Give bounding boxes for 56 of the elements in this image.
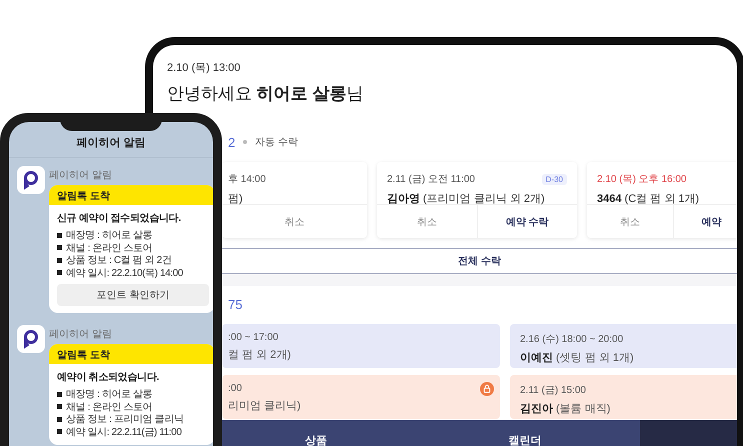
schedule-card[interactable]: 2.16 (수) 18:00 ~ 20:00 이예진 (셋팅 펌 외 1개) — [510, 324, 737, 368]
bullet-icon — [57, 232, 62, 238]
schedule-customer: 김진아 (볼륨 매직) — [520, 402, 612, 416]
request-customer: 김아영 (프리미엄 클리닉 외 2개) — [387, 192, 546, 206]
message-detail: 채널 : 온라인 스토어 — [66, 400, 152, 414]
accept-button[interactable]: 예약 — [672, 205, 737, 238]
bullet-icon — [57, 245, 62, 250]
accept-all-button[interactable]: 전체 수락 — [222, 248, 737, 274]
message-title: 예약이 취소되었습니다. — [57, 371, 160, 384]
request-customer: 펌) — [228, 192, 244, 206]
schedule-time: :00 — [228, 383, 243, 394]
schedule-customer: 이예진 (셋팅 펌 외 1개) — [520, 351, 635, 365]
bullet-icon — [57, 258, 62, 263]
greeting-title: 안녕하세요 히어로 살롱님 — [167, 83, 364, 105]
bullet-icon — [57, 270, 62, 276]
message-detail: 예약 일시: 22.2.10(목) 14:00 — [66, 266, 183, 280]
request-date: 2.11 (금) 오전 11:00 — [387, 173, 475, 186]
dot-icon — [243, 140, 248, 144]
schedule-count: 75 — [227, 296, 244, 314]
message-detail: 상품 정보 : C컬 펌 외 2건 — [66, 254, 172, 268]
bullet-icon — [57, 404, 62, 410]
schedule-card[interactable]: :00 ~ 17:00 컬 펌 외 2개) — [222, 324, 500, 368]
bubble-header: 알림톡 도착 — [49, 185, 213, 205]
message-detail: 채널 : 온라인 스토어 — [66, 242, 152, 255]
points-button[interactable]: 포인트 확인하기 — [57, 284, 209, 306]
bullet-icon — [57, 429, 62, 434]
schedule-time: 2.11 (금) 15:00 — [520, 384, 587, 397]
message-detail: 매장명 : 히어로 살롱 — [66, 229, 152, 242]
request-customer: 3464 (C컬 펌 외 1개) — [597, 192, 700, 206]
auto-accept-label[interactable]: 자동 수락 — [255, 135, 298, 149]
logo-icon — [17, 325, 45, 353]
message-detail: 매장명 : 히어로 살롱 — [66, 388, 152, 402]
cancel-button[interactable]: 취소 — [222, 205, 367, 238]
sender-name: 페이히어 알림 — [49, 169, 113, 182]
schedule-customer: 리미엄 클리닉) — [228, 399, 302, 413]
bullet-icon — [57, 416, 62, 422]
cancel-button[interactable]: 취소 — [377, 205, 476, 238]
schedule-card[interactable]: :00 리미엄 클리닉) — [222, 375, 500, 419]
schedule-customer: 컬 펌 외 2개) — [228, 348, 292, 362]
cancel-button[interactable]: 취소 — [587, 205, 672, 238]
message-detail: 상품 정보 : 프리미엄 클리닉 — [66, 413, 184, 426]
schedule-card[interactable]: 2.11 (금) 15:00 김진아 (볼륨 매직) — [510, 375, 737, 419]
message-title: 신규 예약이 접수되었습니다. — [57, 212, 182, 225]
request-date: 2.10 (목) 오후 16:00 — [597, 173, 686, 186]
request-count: 2 — [228, 134, 236, 150]
current-datetime: 2.10 (목) 13:00 — [167, 61, 242, 75]
bubble-header: 알림톡 도착 — [49, 344, 213, 364]
request-date: 후 14:00 — [228, 173, 266, 186]
schedule-time: 2.16 (수) 18:00 ~ 20:00 — [520, 333, 624, 346]
logo-icon — [17, 166, 45, 194]
bullet-icon — [57, 392, 62, 397]
schedule-time: :00 ~ 17:00 — [228, 332, 280, 343]
d-day-badge: D-30 — [542, 174, 567, 184]
message-detail: 예약 일시: 22.2.11(금) 11:00 — [66, 426, 182, 439]
sender-name: 페이히어 알림 — [49, 328, 113, 341]
accept-button[interactable]: 예약 수락 — [476, 205, 577, 238]
